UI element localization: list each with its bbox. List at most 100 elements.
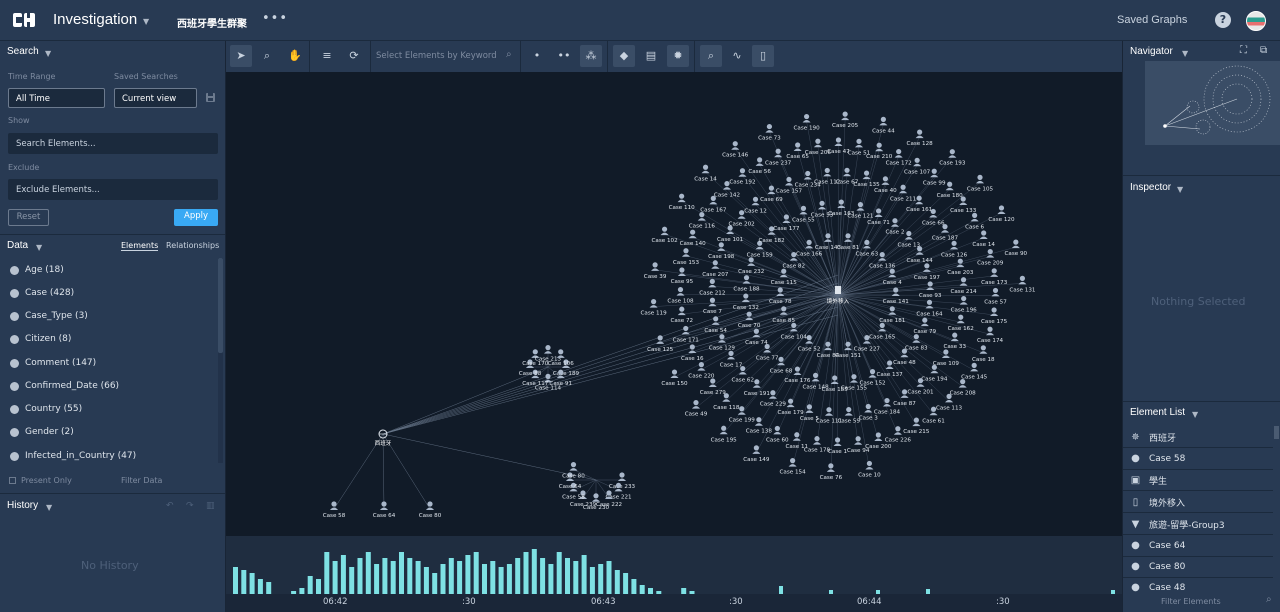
graph-node[interactable]: Case 233 (609, 472, 636, 490)
timeline-bar[interactable] (349, 567, 355, 594)
timeline-bar[interactable] (249, 573, 255, 594)
data-item[interactable]: Citizen (8) (10, 334, 71, 344)
timeline-bar[interactable] (506, 564, 512, 594)
timeline-bar[interactable] (390, 561, 396, 594)
timeline-bar[interactable] (623, 573, 629, 594)
list-item[interactable]: ▣ 學生 (1130, 474, 1167, 487)
chevron-down-icon[interactable]: ▼ (36, 243, 42, 252)
graph-node[interactable]: Case 54 (704, 316, 727, 334)
graph-node[interactable]: Case 154 (780, 458, 807, 476)
navigator-title[interactable]: Navigator (1130, 46, 1173, 57)
graph-node[interactable]: Case 111 (816, 407, 843, 425)
graph-node[interactable]: Case 11 (786, 432, 809, 450)
timeline-bar[interactable] (457, 561, 463, 594)
graph-node[interactable]: Case 146 (722, 141, 749, 159)
graph-node[interactable]: Case 10 (858, 460, 881, 479)
data-item[interactable]: Confirmed_Date (66) (10, 381, 119, 391)
data-item[interactable]: Gender (2) (10, 427, 74, 437)
timeline-bar[interactable] (316, 579, 321, 594)
timeline-bar[interactable] (531, 549, 537, 594)
timeline-bar[interactable] (498, 567, 504, 594)
graph-node[interactable]: Case 194 (921, 364, 948, 383)
filter-elements-input[interactable]: Filter Elements (1161, 597, 1221, 606)
timeline-bar[interactable] (399, 552, 404, 594)
graph-node[interactable]: Case 207 (702, 260, 729, 278)
timeline-bar[interactable] (631, 579, 637, 594)
timeline-bar[interactable] (307, 576, 313, 594)
graph-node[interactable]: Case 193 (939, 149, 966, 167)
graph-node[interactable]: Case 153 (673, 248, 700, 266)
graph-node[interactable]: Case 220 (688, 362, 715, 380)
timeline-bar[interactable] (440, 564, 446, 594)
timeline-bar[interactable] (448, 558, 454, 594)
graph-node[interactable]: Case 149 (743, 445, 770, 463)
timeline-bar[interactable] (515, 558, 521, 594)
group-nodes-icon[interactable]: ⁂ (580, 45, 602, 67)
timeline-bar[interactable] (233, 567, 238, 594)
graph-canvas[interactable]: Case 141Case 181Case 165Case 227Case 151… (226, 72, 1122, 536)
redo-icon[interactable]: ↷ (186, 501, 194, 511)
data-item[interactable]: Country (55) (10, 404, 82, 414)
graph-node[interactable]: Case 144 (907, 246, 934, 264)
graph-node[interactable]: Case 6 (965, 212, 985, 231)
graph-node[interactable]: Case 64 (373, 501, 396, 519)
graph-node[interactable]: Case 175 (981, 307, 1008, 325)
timeline-bar[interactable] (606, 561, 612, 594)
graph-node[interactable]: Case 102 (652, 226, 678, 245)
list-item[interactable]: ✵ 西班牙 (1130, 431, 1176, 444)
element-list-title[interactable]: Element List (1130, 407, 1185, 418)
timeline-bar[interactable] (473, 552, 479, 594)
graph-node[interactable]: Case 141 (883, 287, 910, 305)
chevron-down-icon[interactable]: ▼ (1177, 185, 1183, 194)
timeline-bar[interactable] (382, 558, 388, 594)
apply-button[interactable]: Apply (174, 209, 218, 226)
timeline-bar[interactable] (598, 564, 604, 594)
search-title[interactable]: Search (7, 46, 39, 57)
document-icon[interactable]: ▯ (752, 45, 774, 67)
list-item[interactable]: ▯ 境外移入 (1130, 496, 1185, 509)
navigator-minimap[interactable] (1145, 61, 1280, 145)
graph-node[interactable]: Case 174 (977, 326, 1004, 345)
timeline-bar[interactable] (523, 552, 529, 594)
present-only-checkbox[interactable] (9, 477, 16, 484)
graph-node[interactable]: Case 120 (988, 205, 1015, 223)
graph-node[interactable]: Case 70 (738, 311, 761, 330)
zoom-icon[interactable]: ⌕ (256, 45, 278, 67)
graph-node[interactable]: Case 76 (820, 463, 843, 481)
chevron-down-icon[interactable]: ▼ (46, 503, 52, 512)
search-icon[interactable]: ⌕ (506, 49, 512, 60)
list-item[interactable]: ● Case 80 (1130, 561, 1185, 572)
graph-node[interactable]: Case 44 (872, 116, 895, 135)
timeline-bars[interactable] (226, 536, 1122, 596)
timeline-bar[interactable] (548, 564, 554, 594)
timeline-bar[interactable] (415, 561, 421, 594)
chevron-down-icon[interactable]: ▼ (1182, 49, 1188, 58)
settings-icon[interactable]: ✹ (667, 45, 689, 67)
list-item[interactable]: ● Case 48 (1130, 583, 1185, 592)
avatar[interactable] (1246, 11, 1266, 31)
app-logo-icon[interactable] (13, 13, 35, 27)
app-title[interactable]: Investigation (53, 11, 137, 28)
graph-node[interactable]: Case 58 (323, 501, 346, 519)
tab-elements[interactable]: Elements (121, 241, 159, 251)
graph-node[interactable]: Case 14 (972, 230, 995, 248)
graph-node[interactable]: Case 93 (919, 281, 942, 299)
saved-graphs-link[interactable]: Saved Graphs (1117, 14, 1187, 26)
reset-button[interactable]: Reset (8, 209, 49, 226)
timeline-bar[interactable] (257, 579, 263, 594)
graph-node[interactable]: Case 90 (1005, 239, 1028, 258)
graph-node[interactable]: Case 171 (673, 325, 700, 344)
graph-node[interactable]: Case 108 (667, 286, 694, 305)
expand-icon[interactable]: ⧉ (1260, 45, 1267, 56)
graph-node[interactable]: Case 131 (1009, 275, 1036, 294)
undo-icon[interactable]: ↶ (166, 501, 174, 511)
save-icon[interactable] (206, 93, 215, 102)
data-item[interactable]: Comment (147) (10, 358, 96, 368)
graph-node[interactable]: Case 212 (699, 278, 725, 297)
graph-node[interactable]: Case 128 (907, 129, 934, 148)
time-range-select[interactable]: All Time (8, 88, 105, 108)
graph-node[interactable]: Case 214 (950, 277, 977, 295)
timeline-bar[interactable] (589, 567, 595, 594)
saved-searches-select[interactable]: Current view (114, 88, 197, 108)
chevron-down-icon[interactable]: ▼ (143, 17, 149, 26)
